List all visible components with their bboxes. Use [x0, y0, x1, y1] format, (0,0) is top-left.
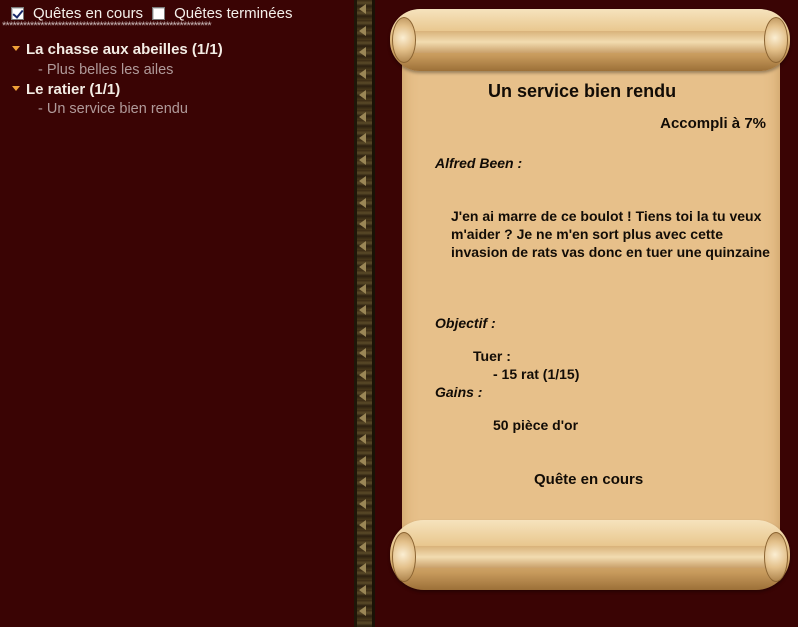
divider-stud-icon	[359, 434, 366, 444]
quest-group-title[interactable]: La chasse aux abeilles (1/1)	[26, 41, 223, 58]
gains-label: Gains :	[435, 384, 483, 400]
panel-divider	[354, 0, 375, 627]
expand-arrow-icon[interactable]	[12, 46, 20, 51]
quest-group-ratier[interactable]: Le ratier (1/1)	[12, 81, 120, 98]
divider-stud-icon	[359, 305, 366, 315]
divider-stud-icon	[359, 391, 366, 401]
finished-label[interactable]: Quêtes terminées	[174, 5, 292, 22]
divider-stud-icon	[359, 133, 366, 143]
kill-objective: - 15 rat (1/15)	[493, 366, 580, 382]
divider-stud-icon	[359, 112, 366, 122]
divider-stud-icon	[359, 219, 366, 229]
quest-status: Quête en cours	[534, 471, 644, 488]
subquest-item[interactable]: - Un service bien rendu	[38, 101, 188, 117]
subquest-item[interactable]: - Plus belles les ailes	[38, 62, 173, 78]
scroll-top-roll	[390, 9, 790, 71]
divider-stud-icon	[359, 241, 366, 251]
divider-stud-icon	[359, 413, 366, 423]
kill-label: Tuer :	[473, 348, 511, 364]
divider-stud-icon	[359, 47, 366, 57]
quest-scroll: Un service bien rendu Accompli à 7% Alfr…	[390, 9, 790, 620]
in-progress-checkbox[interactable]	[11, 6, 24, 20]
in-progress-label[interactable]: Quêtes en cours	[33, 5, 143, 22]
divider-stud-icon	[359, 563, 366, 573]
divider-stud-icon	[359, 327, 366, 337]
divider-stud-icon	[359, 176, 366, 186]
divider-stud-icon	[359, 499, 366, 509]
gold-reward: 50 pièce d'or	[493, 417, 579, 433]
quest-group-title[interactable]: Le ratier (1/1)	[26, 81, 120, 98]
scroll-bottom-roll	[390, 520, 790, 590]
divider-stud-icon	[359, 542, 366, 552]
divider-stud-icon	[359, 520, 366, 530]
npc-name: Alfred Been :	[435, 155, 523, 171]
divider-stud-icon	[359, 262, 366, 272]
divider-stud-icon	[359, 348, 366, 358]
quest-group-bees[interactable]: La chasse aux abeilles (1/1)	[12, 41, 223, 58]
divider-stud-icon	[359, 198, 366, 208]
objective-label: Objectif :	[435, 315, 496, 331]
divider-stud-icon	[359, 370, 366, 380]
quest-title: Un service bien rendu	[488, 81, 677, 101]
quest-description: J'en ai marre de ce boulot ! Tiens toi l…	[451, 208, 770, 260]
expand-arrow-icon[interactable]	[12, 86, 20, 91]
quest-progress: Accompli à 7%	[660, 115, 766, 132]
separator-line: ****************************************…	[2, 20, 212, 32]
divider-stud-icon	[359, 69, 366, 79]
quest-list-panel: Quêtes en cours Quêtes terminées *******…	[0, 0, 354, 627]
divider-stud-icon	[359, 606, 366, 616]
divider-stud-icon	[359, 90, 366, 100]
divider-stud-icon	[359, 456, 366, 466]
divider-stud-icon	[359, 585, 366, 595]
divider-stud-icon	[359, 26, 366, 36]
divider-stud-icon	[359, 155, 366, 165]
divider-stud-icon	[359, 477, 366, 487]
divider-stud-icon	[359, 284, 366, 294]
finished-checkbox[interactable]	[152, 6, 166, 20]
divider-stud-icon	[359, 4, 366, 14]
